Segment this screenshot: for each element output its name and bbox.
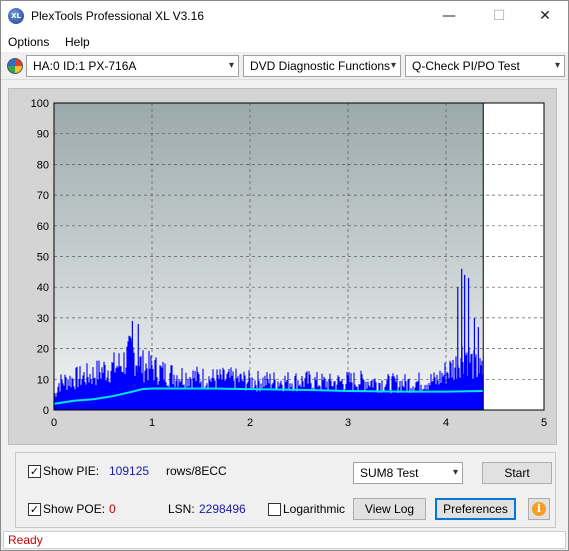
lsn-value: 2298496 — [199, 502, 246, 516]
show-poe-label: Show POE: — [43, 502, 106, 516]
y-tick-label: 30 — [37, 313, 49, 325]
chevron-down-icon: ▾ — [554, 60, 560, 71]
y-tick-label: 0 — [43, 405, 49, 417]
view-log-button[interactable]: View Log — [353, 498, 426, 520]
y-tick-label: 10 — [37, 374, 49, 386]
pie-unit-label: rows/8ECC — [166, 464, 227, 478]
controls-panel: ✓ Show PIE: 109125 rows/8ECC SUM8 Test ▾… — [15, 452, 556, 528]
preferences-button[interactable]: Preferences — [435, 498, 516, 520]
x-tick-label: 3 — [345, 417, 351, 429]
info-button[interactable]: i — [528, 498, 550, 520]
menu-options[interactable]: Options — [8, 35, 49, 49]
maximize-icon[interactable]: ☐ — [476, 1, 522, 31]
show-pie-label: Show PIE: — [43, 464, 100, 478]
y-tick-label: 50 — [37, 252, 49, 264]
x-tick-label: 1 — [149, 417, 155, 429]
lsn-label: LSN: — [168, 502, 195, 516]
show-pie-checkbox[interactable]: ✓ — [28, 465, 41, 478]
status-bar: Ready — [3, 531, 566, 549]
app-window: XL PlexTools Professional XL V3.16 — ☐ ✕… — [0, 0, 569, 551]
pie-count-value: 109125 — [109, 464, 150, 478]
menu-help[interactable]: Help — [65, 35, 90, 49]
chevron-down-icon: ▾ — [452, 467, 458, 478]
menu-bar: Options Help — [1, 32, 568, 52]
drive-select-value: HA:0 ID:1 PX-716A — [33, 59, 137, 73]
y-tick-label: 90 — [37, 129, 49, 141]
test-select[interactable]: Q-Check PI/PO Test ▾ — [405, 55, 565, 77]
drive-select[interactable]: HA:0 ID:1 PX-716A ▾ — [26, 55, 239, 77]
window-title: PlexTools Professional XL V3.16 — [31, 9, 204, 23]
logarithmic-label: Logarithmic — [283, 502, 346, 516]
pipo-chart: 0 10 20 30 40 50 60 70 80 90 100 0 1 2 3 4 5 — [31, 98, 547, 429]
status-text: Ready — [8, 533, 43, 547]
y-tick-label: 40 — [37, 282, 49, 294]
y-tick-label: 60 — [37, 221, 49, 233]
chevron-down-icon: ▾ — [390, 60, 396, 71]
title-bar: XL PlexTools Professional XL V3.16 — ☐ ✕ — [1, 1, 568, 32]
mode-select[interactable]: SUM8 Test ▾ — [353, 462, 463, 484]
poe-count-value: 0 — [109, 502, 116, 516]
close-icon[interactable]: ✕ — [522, 1, 568, 31]
y-tick-label: 80 — [37, 159, 49, 171]
y-tick-label: 20 — [37, 344, 49, 356]
function-select[interactable]: DVD Diagnostic Functions ▾ — [243, 55, 401, 77]
mode-select-value: SUM8 Test — [360, 466, 419, 480]
x-tick-label: 0 — [51, 417, 57, 429]
function-select-value: DVD Diagnostic Functions — [250, 59, 391, 73]
x-tick-label: 2 — [247, 417, 253, 429]
test-select-value: Q-Check PI/PO Test — [412, 59, 520, 73]
chart-panel: 0 10 20 30 40 50 60 70 80 90 100 0 1 2 3 4 5 — [8, 88, 557, 445]
logarithmic-checkbox[interactable] — [268, 503, 281, 516]
y-tick-label: 70 — [37, 190, 49, 202]
y-tick-label: 100 — [31, 98, 49, 110]
plextools-logo-icon: XL — [8, 8, 24, 24]
disc-drive-icon — [7, 58, 23, 74]
x-tick-label: 4 — [443, 417, 449, 429]
x-tick-label: 5 — [541, 417, 547, 429]
start-button[interactable]: Start — [482, 462, 552, 484]
minimize-icon[interactable]: — — [426, 1, 472, 31]
toolbar: HA:0 ID:1 PX-716A ▾ DVD Diagnostic Funct… — [1, 52, 568, 80]
info-icon: i — [532, 502, 546, 516]
show-poe-checkbox[interactable]: ✓ — [28, 503, 41, 516]
chevron-down-icon: ▾ — [228, 60, 234, 71]
